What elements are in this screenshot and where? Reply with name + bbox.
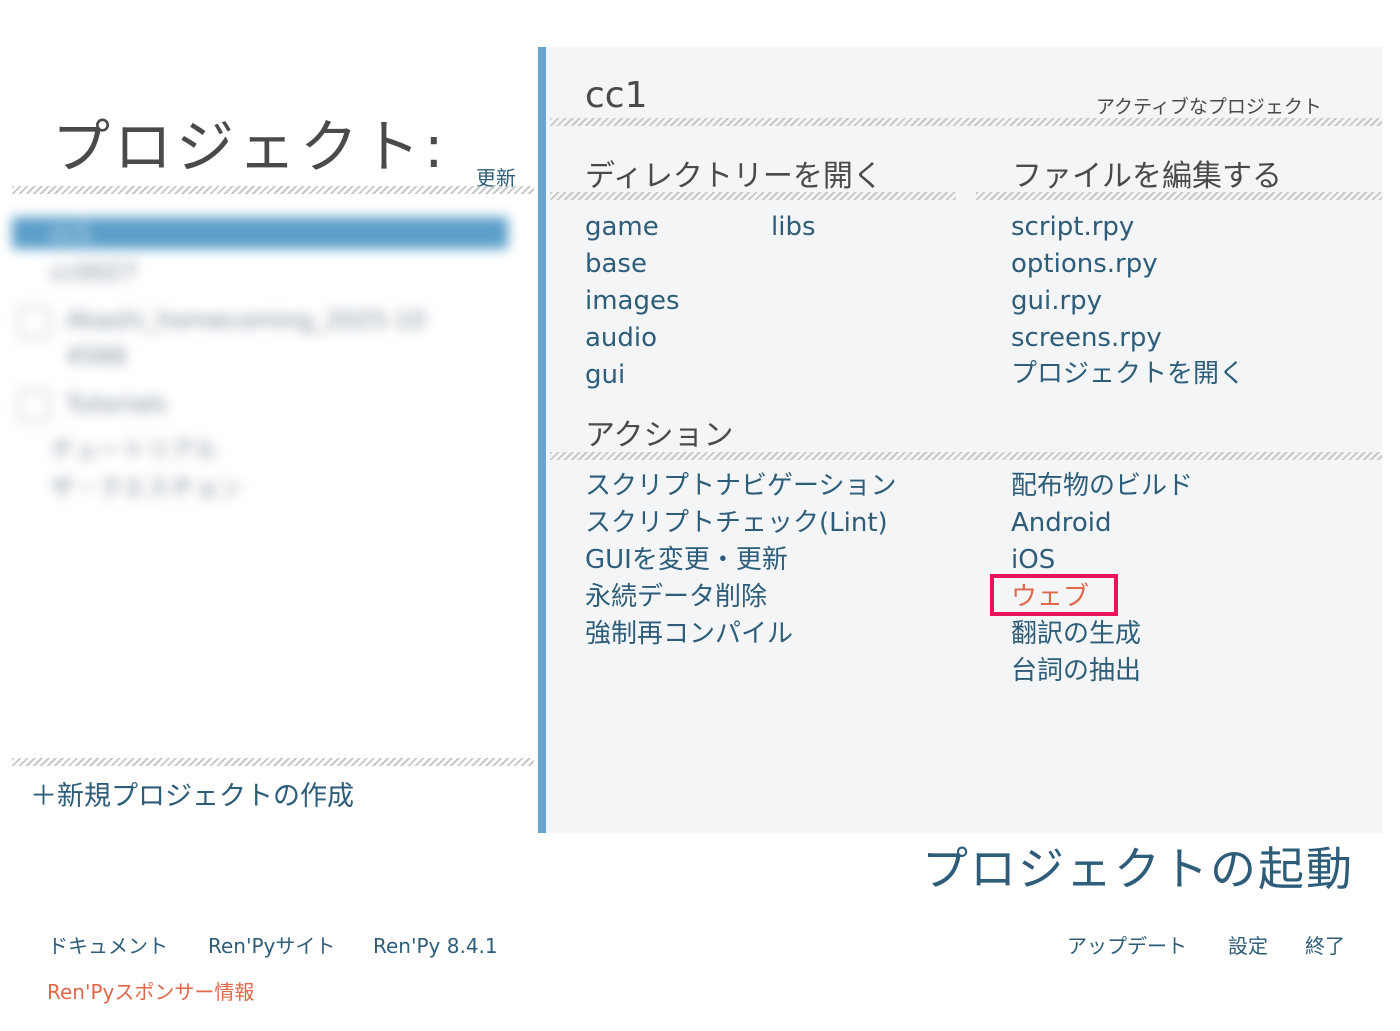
actions-divider — [550, 452, 1382, 460]
action-lint[interactable]: スクリプトチェック(Lint) — [585, 510, 888, 536]
action-ios[interactable]: iOS — [1011, 547, 1055, 573]
file-link-options[interactable]: options.rpy — [1011, 251, 1158, 277]
project-name: cc1 — [585, 75, 648, 116]
project-folder[interactable]: Tutorials — [12, 388, 508, 422]
folder-checkbox-icon — [18, 390, 50, 422]
edit-file-heading: ファイルを編集する — [1012, 159, 1282, 194]
preferences-link[interactable]: 設定 — [1228, 936, 1268, 956]
dir-link-libs[interactable]: libs — [771, 214, 816, 240]
project-list: cc1 cc0027 Akashi_homecoming_2025-10 456… — [12, 212, 512, 512]
open-project-link[interactable]: プロジェクトを開く — [1011, 361, 1245, 387]
action-generate-translations[interactable]: 翻訳の生成 — [1011, 621, 1141, 647]
project-item-label: ザ・クエスチョン — [50, 474, 242, 502]
file-link-screens[interactable]: screens.rpy — [1011, 325, 1162, 351]
renpy-version-link[interactable]: Ren'Py 8.4.1 — [373, 936, 498, 956]
project-item[interactable]: チュートリアル — [12, 428, 508, 464]
projects-title: プロジェクト: — [52, 113, 448, 181]
action-extract-dialogue[interactable]: 台詞の抽出 — [1011, 658, 1141, 684]
actions-heading: アクション — [585, 418, 734, 453]
edit-file-divider — [976, 192, 1382, 200]
active-project-label: アクティブなプロジェクト — [1096, 96, 1322, 118]
action-delete-persistent[interactable]: 永続データ削除 — [585, 584, 767, 610]
sponsor-link[interactable]: Ren'Pyスポンサー情報 — [47, 982, 254, 1002]
project-item-label-continued: 4566 — [66, 342, 128, 370]
file-link-gui[interactable]: gui.rpy — [1011, 288, 1102, 314]
action-build-distributions[interactable]: 配布物のビルド — [1011, 473, 1193, 499]
update-link[interactable]: アップデート — [1067, 936, 1187, 956]
project-item-label: チュートリアル — [50, 436, 218, 464]
project-item-label: cc0027 — [50, 258, 138, 286]
project-item-selected[interactable]: cc1 — [12, 217, 508, 249]
documentation-link[interactable]: ドキュメント — [48, 936, 168, 956]
project-item[interactable]: cc0027 — [12, 256, 508, 288]
dir-link-game[interactable]: game — [585, 214, 659, 240]
quit-link[interactable]: 終了 — [1305, 936, 1345, 956]
action-android[interactable]: Android — [1011, 510, 1112, 536]
project-item-label: cc1 — [50, 219, 92, 247]
projects-divider — [12, 186, 534, 194]
project-name-divider — [550, 118, 1382, 126]
dir-link-gui[interactable]: gui — [585, 362, 625, 388]
open-directory-divider — [550, 192, 956, 200]
action-script-navigation[interactable]: スクリプトナビゲーション — [585, 473, 896, 499]
renpy-website-link[interactable]: Ren'Pyサイト — [208, 936, 335, 956]
dir-link-images[interactable]: images — [585, 288, 680, 314]
project-item-label: Tutorials — [66, 390, 167, 418]
highlight-box — [990, 574, 1118, 616]
action-force-recompile[interactable]: 強制再コンパイル — [585, 621, 793, 647]
dir-link-base[interactable]: base — [585, 251, 647, 277]
project-folder[interactable]: Akashi_homecoming_2025-10 4566 — [12, 302, 508, 372]
open-directory-heading: ディレクトリーを開く — [585, 159, 883, 194]
project-item[interactable]: ザ・クエスチョン — [12, 466, 508, 502]
dir-link-audio[interactable]: audio — [585, 325, 657, 351]
new-project-divider — [12, 758, 534, 766]
action-change-gui[interactable]: GUIを変更・更新 — [585, 547, 788, 573]
folder-checkbox-icon — [18, 306, 50, 338]
file-link-script[interactable]: script.rpy — [1011, 214, 1134, 240]
launch-project-button[interactable]: プロジェクトの起動 — [922, 846, 1354, 892]
project-item-label: Akashi_homecoming_2025-10 — [66, 306, 426, 334]
new-project-button[interactable]: ＋新規プロジェクトの作成 — [30, 774, 354, 813]
